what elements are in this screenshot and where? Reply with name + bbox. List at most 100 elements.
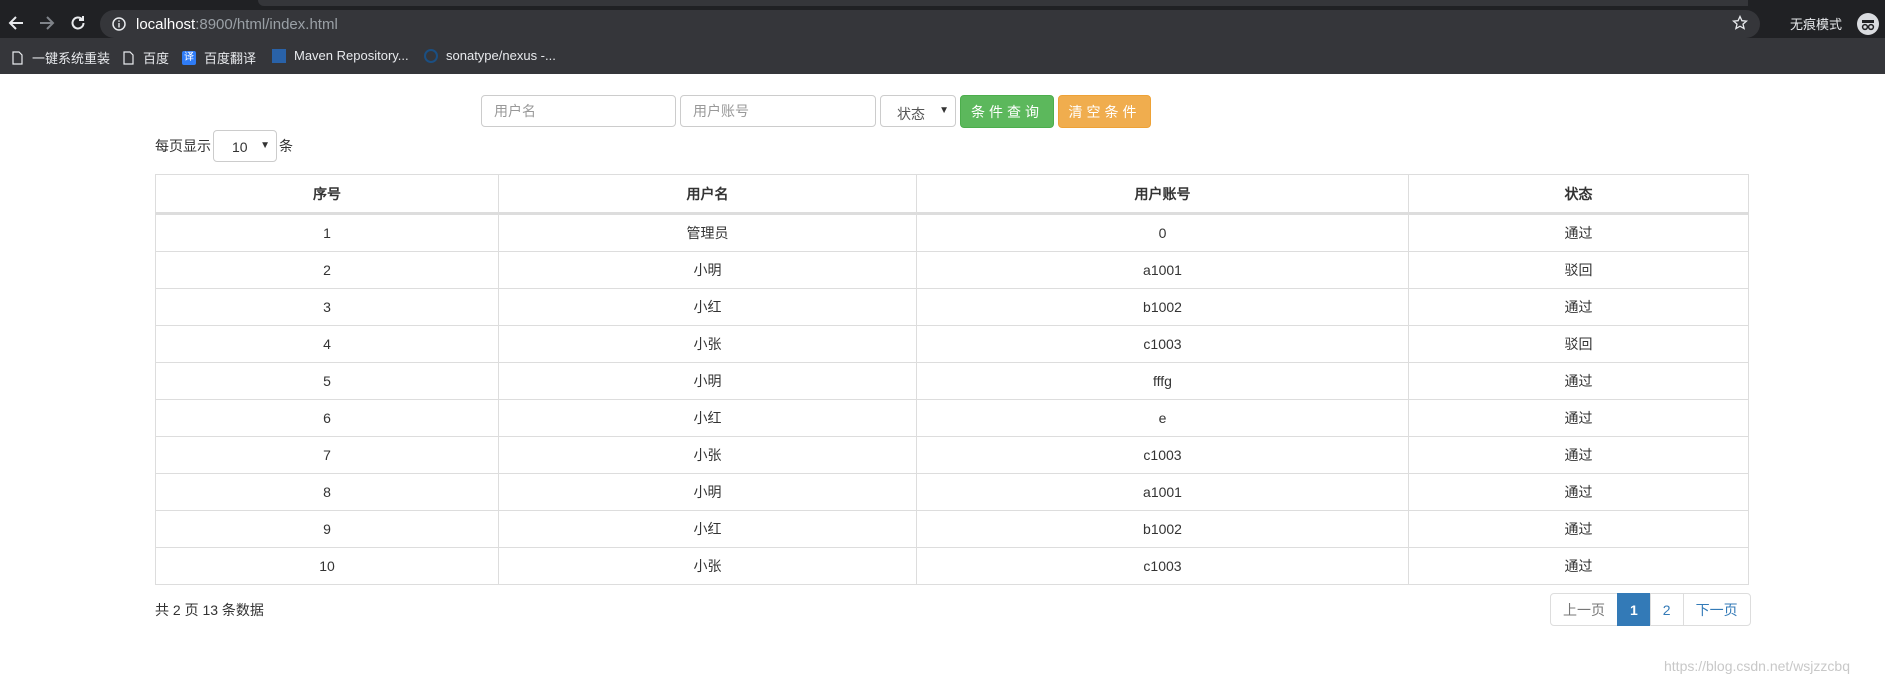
- table-cell: 2: [155, 251, 499, 289]
- total-summary: 共 2 页 13 条数据: [155, 602, 264, 618]
- status-select-value: 状态: [897, 106, 925, 122]
- table-cell: 通过: [1408, 436, 1749, 474]
- bookmark-star-icon[interactable]: [1731, 14, 1749, 36]
- table-row[interactable]: 4 小张 c1003 驳回: [155, 325, 1749, 363]
- maven-icon: [272, 48, 286, 63]
- caret-down-icon: ▼: [260, 140, 270, 151]
- table-cell: 7: [155, 436, 499, 474]
- bookmark-item[interactable]: 一键系统重装: [10, 48, 110, 67]
- status-filter-select[interactable]: 状态 ▼: [880, 95, 956, 127]
- url-host: localhost: [136, 16, 196, 33]
- page-number-button[interactable]: 1: [1617, 593, 1651, 626]
- page-size-suffix: 条: [279, 138, 293, 154]
- page-icon: [12, 50, 23, 65]
- bookmark-item[interactable]: 译 百度翻译: [182, 48, 256, 67]
- page-size-select[interactable]: 10 ▼: [213, 130, 277, 162]
- translate-icon: 译: [182, 50, 196, 65]
- table-row[interactable]: 3 小红 b1002 通过: [155, 288, 1749, 326]
- url-path: :8900/html/index.html: [195, 16, 338, 33]
- bookmark-item[interactable]: sonatype/nexus -...: [424, 48, 556, 63]
- table-row[interactable]: 10 小张 c1003 通过: [155, 547, 1749, 585]
- table-cell: 小红: [498, 399, 917, 437]
- table-row[interactable]: 5 小明 fffg 通过: [155, 362, 1749, 400]
- address-bar[interactable]: localhost:8900/html/index.html: [100, 10, 1760, 38]
- table-cell: 小明: [498, 251, 917, 289]
- back-button[interactable]: [4, 11, 28, 35]
- account-filter-input[interactable]: [680, 95, 876, 127]
- forward-button[interactable]: [35, 11, 59, 35]
- table-cell: 通过: [1408, 547, 1749, 585]
- info-icon[interactable]: [112, 17, 126, 36]
- bookmark-label: sonatype/nexus -...: [446, 48, 556, 63]
- username-filter-input[interactable]: [481, 95, 676, 127]
- watermark: https://blog.csdn.net/wsjzzcbq: [1664, 658, 1850, 674]
- reload-button[interactable]: [66, 11, 90, 35]
- table-cell: a1001: [916, 251, 1409, 289]
- bookmark-label: 百度翻译: [204, 51, 257, 66]
- table-cell: 通过: [1408, 399, 1749, 437]
- next-page-button[interactable]: 下一页: [1682, 593, 1751, 626]
- incognito-label[interactable]: 无痕模式: [1790, 14, 1842, 33]
- table-cell: 1: [155, 213, 499, 252]
- bookmark-label: 一键系统重装: [32, 51, 111, 66]
- table-cell: c1003: [916, 436, 1409, 474]
- user-table: 序号 用户名 用户账号 状态 1 管理员 0 通过 2 小明 a1001 驳回 3 小红 b1002…: [155, 174, 1749, 585]
- table-cell: 5: [155, 362, 499, 400]
- table-cell: 驳回: [1408, 251, 1749, 289]
- table-cell: a1001: [916, 473, 1409, 511]
- active-tab[interactable]: [258, 0, 1748, 6]
- reload-icon: [71, 16, 85, 30]
- table-cell: e: [916, 399, 1409, 437]
- tab-strip: [0, 0, 1885, 6]
- column-header[interactable]: 序号: [155, 174, 499, 215]
- page-size-prefix: 每页显示: [155, 138, 211, 154]
- column-header[interactable]: 状态: [1408, 174, 1749, 215]
- incognito-icon[interactable]: [1857, 13, 1879, 35]
- table-cell: 通过: [1408, 362, 1749, 400]
- column-header[interactable]: 用户账号: [916, 174, 1409, 215]
- table-cell: 6: [155, 399, 499, 437]
- caret-down-icon: ▼: [939, 105, 949, 116]
- back-arrow-icon: [8, 16, 23, 30]
- bookmarks-bar: 一键系统重装 百度 译 百度翻译 Maven Repository... son…: [0, 38, 1885, 74]
- clear-button[interactable]: 清空条件: [1058, 95, 1151, 128]
- table-cell: 通过: [1408, 510, 1749, 548]
- table-cell: b1002: [916, 510, 1409, 548]
- table-cell: 小张: [498, 325, 917, 363]
- page-number-button[interactable]: 2: [1649, 593, 1684, 626]
- table-cell: 通过: [1408, 213, 1749, 252]
- bookmark-label: 百度: [143, 51, 170, 66]
- table-row[interactable]: 9 小红 b1002 通过: [155, 510, 1749, 548]
- table-cell: 管理员: [498, 213, 917, 252]
- table-header-row: 序号 用户名 用户账号 状态: [155, 174, 1749, 215]
- query-button[interactable]: 条件查询: [960, 95, 1054, 128]
- table-cell: 3: [155, 288, 499, 326]
- pagination: 上一页 1 2 下一页: [1550, 593, 1751, 626]
- table-cell: 10: [155, 547, 499, 585]
- page-icon: [123, 50, 134, 65]
- table-cell: b1002: [916, 288, 1409, 326]
- table-cell: 8: [155, 473, 499, 511]
- table-cell: 小红: [498, 510, 917, 548]
- bookmark-label: Maven Repository...: [294, 48, 409, 63]
- prev-page-button[interactable]: 上一页: [1550, 593, 1618, 626]
- bookmark-item[interactable]: 百度: [121, 48, 169, 67]
- table-cell: 小明: [498, 362, 917, 400]
- table-cell: 小张: [498, 436, 917, 474]
- bookmark-item[interactable]: Maven Repository...: [272, 48, 409, 63]
- table-cell: 9: [155, 510, 499, 548]
- table-cell: 小张: [498, 547, 917, 585]
- table-cell: 小明: [498, 473, 917, 511]
- column-header[interactable]: 用户名: [498, 174, 917, 215]
- table-cell: fffg: [916, 362, 1409, 400]
- table-row[interactable]: 2 小明 a1001 驳回: [155, 251, 1749, 289]
- browser-toolbar: localhost:8900/html/index.html 无痕模式: [0, 0, 1885, 38]
- table-row[interactable]: 7 小张 c1003 通过: [155, 436, 1749, 474]
- table-row[interactable]: 6 小红 e 通过: [155, 399, 1749, 437]
- forward-arrow-icon: [40, 16, 55, 30]
- nexus-icon: [424, 48, 438, 63]
- table-row[interactable]: 8 小明 a1001 通过: [155, 473, 1749, 511]
- page-size-control: 每页显示 10 ▼ 条: [155, 130, 293, 162]
- table-cell: 驳回: [1408, 325, 1749, 363]
- table-row[interactable]: 1 管理员 0 通过: [155, 213, 1749, 252]
